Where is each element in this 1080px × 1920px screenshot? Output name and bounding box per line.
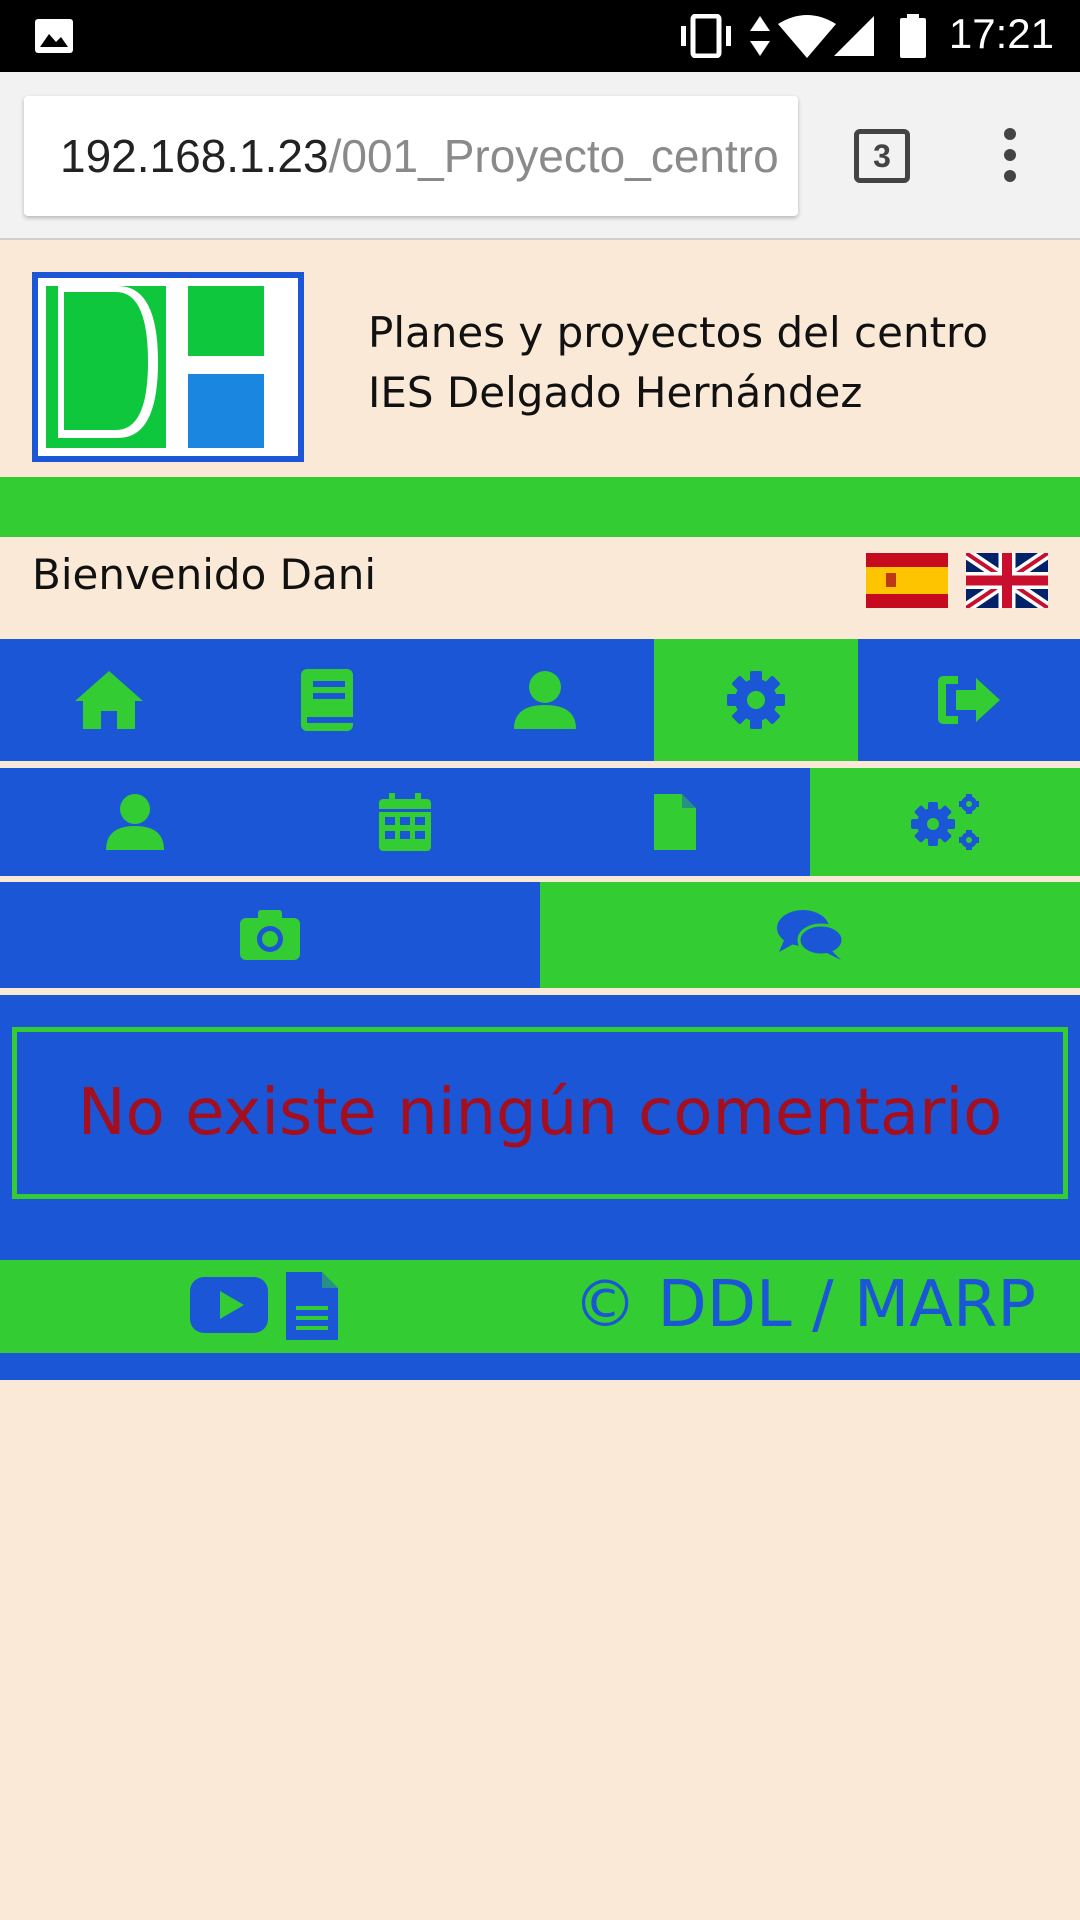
user-icon <box>514 671 576 729</box>
nav-home[interactable] <box>0 639 218 761</box>
camera-icon <box>240 910 300 960</box>
subnav-calendar[interactable] <box>270 768 540 876</box>
nav-profile[interactable] <box>436 639 654 761</box>
subnav-advanced-settings[interactable] <box>810 768 1080 876</box>
sign-out-icon <box>938 676 1000 724</box>
nav-logout[interactable] <box>858 639 1080 761</box>
nav-book[interactable] <box>218 639 436 761</box>
subnav-documents[interactable] <box>540 768 810 876</box>
file-icon <box>654 794 696 850</box>
empty-message: No existe ningún comentario <box>77 1076 1003 1150</box>
school-logo[interactable] <box>32 272 304 462</box>
document-icon[interactable] <box>284 1270 340 1342</box>
more-vert-icon[interactable] <box>990 128 1030 188</box>
comments-icon <box>777 910 845 960</box>
user-icon <box>106 794 164 850</box>
book-icon <box>301 669 353 731</box>
header-divider <box>0 477 1080 537</box>
data-arrows-icon <box>750 16 770 56</box>
vibrate-icon <box>681 14 731 58</box>
copyright-text: © DDL / MARP <box>573 1268 1036 1342</box>
footer-bottom-bar <box>0 1353 1080 1380</box>
es-flag-icon[interactable] <box>866 553 948 608</box>
comments-panel: No existe ningún comentario <box>0 995 1080 1260</box>
tab-switcher-button[interactable]: 3 <box>854 129 910 183</box>
subnav-users[interactable] <box>0 768 270 876</box>
clock: 17:21 <box>948 10 1054 57</box>
subnav-photos[interactable] <box>0 882 540 988</box>
media-nav <box>0 882 1080 988</box>
site-title-line2: IES Delgado Hernández <box>368 368 863 417</box>
wifi-icon <box>778 15 836 58</box>
url-path: /001_Proyecto_centro <box>328 130 779 182</box>
nav-settings[interactable] <box>654 639 858 761</box>
main-nav <box>0 639 1080 761</box>
uk-flag-icon[interactable] <box>966 553 1048 608</box>
subnav-comments[interactable] <box>540 882 1080 988</box>
settings-nav <box>0 768 1080 876</box>
calendar-icon <box>379 793 431 851</box>
youtube-icon[interactable] <box>190 1277 268 1333</box>
signal-icon <box>834 16 874 56</box>
image-icon <box>35 19 73 53</box>
site-title: Planes y proyectos del centro IES Delgad… <box>368 303 988 423</box>
url-bar[interactable]: 192.168.1.23/001_Proyecto_centro <box>24 96 798 216</box>
gears-icon <box>911 794 979 850</box>
status-bar: 17:21 <box>0 0 1080 72</box>
gear-icon <box>727 671 785 729</box>
empty-message-box: No existe ningún comentario <box>12 1027 1068 1199</box>
site-title-line1: Planes y proyectos del centro <box>368 308 989 357</box>
battery-icon <box>900 14 926 58</box>
footer: © DDL / MARP <box>0 1260 1080 1353</box>
url-host: 192.168.1.23 <box>60 130 329 182</box>
browser-toolbar: 192.168.1.23/001_Proyecto_centro 3 <box>0 72 1080 240</box>
home-icon <box>75 671 143 729</box>
welcome-text: Bienvenido Dani <box>32 550 376 599</box>
